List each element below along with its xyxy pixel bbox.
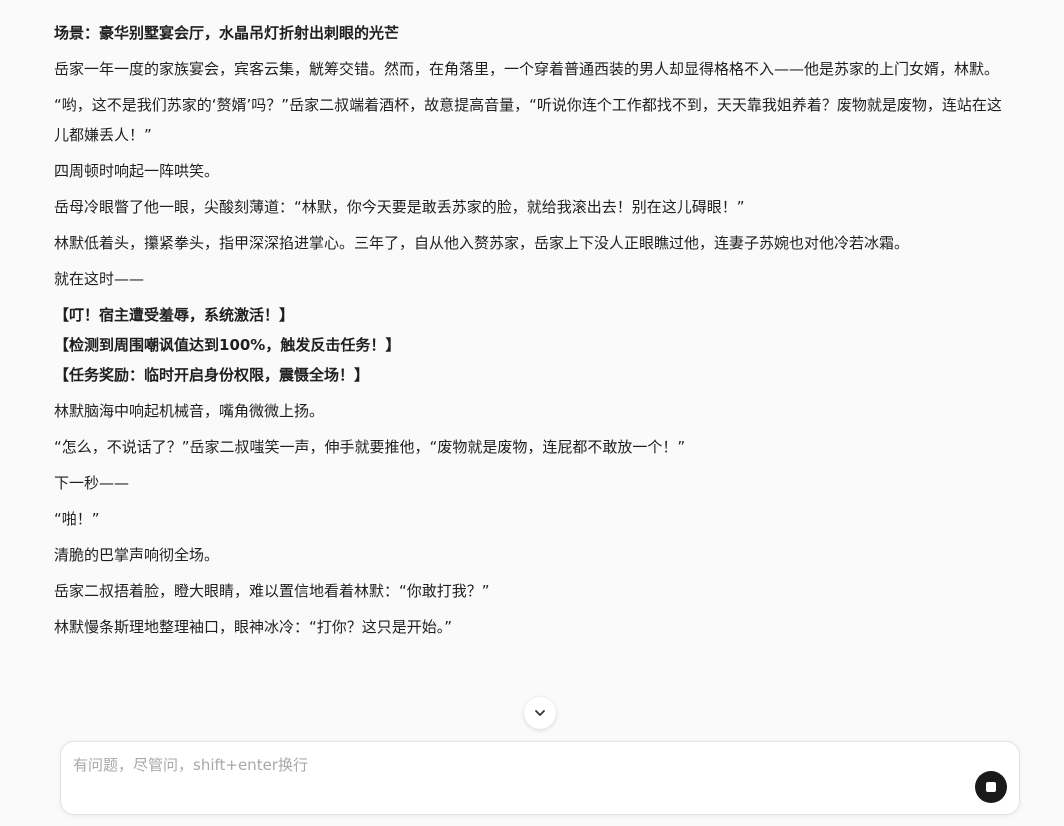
story-paragraph: 就在这时—— xyxy=(54,270,145,288)
story-paragraph: 岳母冷眼瞥了他一眼，尖酸刻薄道：“林默，你今天要是敢丢苏家的脸，就给我滚出去！别… xyxy=(54,198,745,216)
story-paragraph: 岳家一年一度的家族宴会，宾客云集，觥筹交错。然而，在角落里，一个穿着普通西装的男… xyxy=(54,60,1000,78)
system-line: 【检测到周围嘲讽值达到100%，触发反击任务！】 xyxy=(54,336,401,354)
chat-input-box xyxy=(60,741,1020,815)
story-paragraph: 岳家二叔捂着脸，瞪大眼睛，难以置信地看着林默：“你敢打我？” xyxy=(54,582,490,600)
story-paragraph: 清脆的巴掌声响彻全场。 xyxy=(54,546,220,564)
system-line: 【叮！宿主遭受羞辱，系统激活！】 xyxy=(54,306,295,324)
assistant-message: 场景：豪华别墅宴会厅，水晶吊灯折射出刺眼的光芒 岳家一年一度的家族宴会，宾客云集… xyxy=(54,18,1014,648)
stop-icon xyxy=(986,782,996,792)
story-paragraph: “啪！” xyxy=(54,510,100,528)
story-paragraph: 下一秒—— xyxy=(54,474,130,492)
story-paragraph: 林默脑海中响起机械音，嘴角微微上扬。 xyxy=(54,402,325,420)
story-paragraph: 四周顿时响起一阵哄笑。 xyxy=(54,162,220,180)
story-paragraph: 林默慢条斯理地整理袖口，眼神冰冷：“打你？这只是开始。” xyxy=(54,618,453,636)
chat-page: 场景：豪华别墅宴会厅，水晶吊灯折射出刺眼的光芒 岳家一年一度的家族宴会，宾客云集… xyxy=(0,0,1064,826)
system-line: 【任务奖励：临时开启身份权限，震慑全场！】 xyxy=(54,366,370,384)
system-notice: 【叮！宿主遭受羞辱，系统激活！】 【检测到周围嘲讽值达到100%，触发反击任务！… xyxy=(54,300,1014,390)
story-paragraph: “哟，这不是我们苏家的‘赘婿’吗？”岳家二叔端着酒杯，故意提高音量，“听说你连个… xyxy=(54,96,1002,144)
story-paragraph: 林默低着头，攥紧拳头，指甲深深掐进掌心。三年了，自从他入赘苏家，岳家上下没人正眼… xyxy=(54,234,910,252)
scene-title: 场景：豪华别墅宴会厅，水晶吊灯折射出刺眼的光芒 xyxy=(54,24,400,42)
story-paragraph: “怎么，不说话了？”岳家二叔嗤笑一声，伸手就要推他，“废物就是废物，连屁都不敢放… xyxy=(54,438,686,456)
stop-generation-button[interactable] xyxy=(975,771,1007,803)
chat-input[interactable] xyxy=(73,754,953,794)
scroll-down-button[interactable] xyxy=(524,697,556,729)
chevron-down-icon xyxy=(535,710,545,716)
